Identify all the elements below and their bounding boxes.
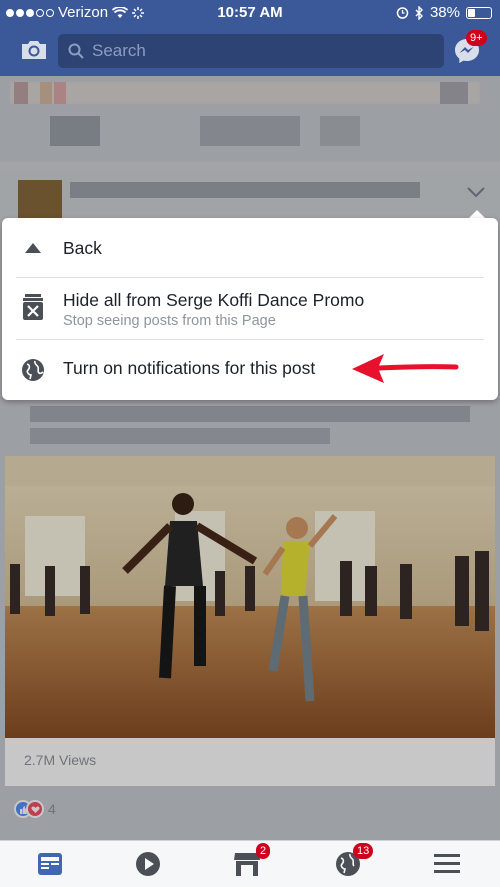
back-arrow-icon <box>20 235 46 261</box>
news-feed-icon <box>38 853 62 875</box>
search-input[interactable] <box>92 41 412 61</box>
battery-percent: 38% <box>429 4 460 21</box>
top-nav-bar: 9+ <box>0 26 500 76</box>
tab-notifications[interactable]: 13 <box>333 843 374 879</box>
search-box[interactable] <box>58 34 444 68</box>
menu-item-label: Back <box>63 238 102 258</box>
messenger-badge: 9+ <box>466 30 487 46</box>
menu-item-label: Hide all from Serge Koffi Dance Promo <box>63 290 365 310</box>
menu-item-hide-all[interactable]: Hide all from Serge Koffi Dance Promo St… <box>2 278 498 340</box>
battery-icon <box>466 6 492 19</box>
menu-backdrop[interactable] <box>0 76 500 846</box>
search-icon <box>68 43 84 59</box>
alarm-icon <box>396 7 409 19</box>
menu-item-label: Turn on notifications for this post <box>63 358 316 378</box>
hide-icon <box>20 294 46 320</box>
status-right: 38% <box>396 4 492 21</box>
bottom-tab-bar: 2 13 <box>0 840 500 887</box>
menu-item-back[interactable]: Back <box>2 218 498 278</box>
camera-icon <box>22 41 46 59</box>
marketplace-badge: 2 <box>256 843 271 859</box>
bluetooth-icon <box>415 5 423 20</box>
menu-item-subtitle: Stop seeing posts from this Page <box>63 313 276 329</box>
notifications-badge: 13 <box>353 843 374 859</box>
status-bar: Verizon 10:57 AM 38% <box>0 0 500 26</box>
tab-news-feed[interactable] <box>35 849 65 879</box>
hamburger-menu-icon <box>434 854 460 873</box>
messenger-button[interactable]: 9+ <box>452 30 487 66</box>
tab-more-menu[interactable] <box>432 849 462 879</box>
globe-icon <box>20 357 46 383</box>
video-play-icon <box>136 852 160 876</box>
tab-marketplace[interactable]: 2 <box>232 843 271 879</box>
tab-video[interactable] <box>133 849 163 879</box>
red-arrow-annotation <box>352 354 459 383</box>
camera-button[interactable] <box>20 38 48 64</box>
